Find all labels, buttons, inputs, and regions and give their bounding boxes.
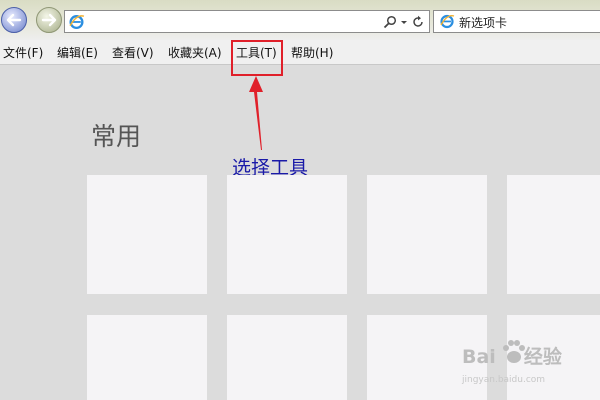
ie-logo-icon	[440, 14, 455, 29]
menu-file[interactable]: 文件(F)	[3, 44, 43, 61]
tab-label: 新选项卡	[459, 16, 508, 30]
menu-view[interactable]: 查看(V)	[112, 44, 154, 61]
frequent-site-tile[interactable]	[227, 175, 347, 294]
paw-icon	[503, 340, 525, 363]
arrow-left-icon	[6, 13, 22, 27]
forward-button[interactable]	[36, 7, 62, 33]
menu-bar: 文件(F) 编辑(E) 查看(V) 收藏夹(A) 工具(T) 帮助(H)	[0, 40, 600, 65]
frequent-site-tile[interactable]	[227, 315, 347, 400]
annotation-arrow-icon	[249, 76, 263, 150]
search-icon[interactable]	[383, 15, 397, 29]
frequent-site-tile[interactable]	[367, 175, 487, 294]
back-button[interactable]	[1, 7, 27, 33]
refresh-icon[interactable]	[411, 15, 425, 29]
frequent-site-tile[interactable]	[87, 315, 207, 400]
tab-new[interactable]: 新选项卡	[433, 10, 600, 33]
watermark-brand: Bai	[462, 346, 496, 368]
address-bar[interactable]	[64, 10, 430, 33]
ie-logo-icon	[69, 15, 85, 30]
tools-highlight-box	[231, 40, 283, 76]
menu-edit[interactable]: 编辑(E)	[57, 44, 98, 61]
frequent-site-tile[interactable]	[507, 175, 600, 294]
dropdown-icon[interactable]	[400, 15, 408, 29]
menu-help[interactable]: 帮助(H)	[291, 44, 333, 61]
browser-toolbar: 新选项卡	[0, 0, 600, 40]
section-title: 常用	[91, 122, 142, 151]
frequent-site-tile[interactable]	[87, 175, 207, 294]
arrow-right-icon	[41, 13, 57, 27]
watermark-suffix: 经验	[523, 346, 562, 368]
menu-favorites[interactable]: 收藏夹(A)	[168, 44, 222, 61]
watermark-url: jingyan.baidu.com	[462, 375, 546, 385]
